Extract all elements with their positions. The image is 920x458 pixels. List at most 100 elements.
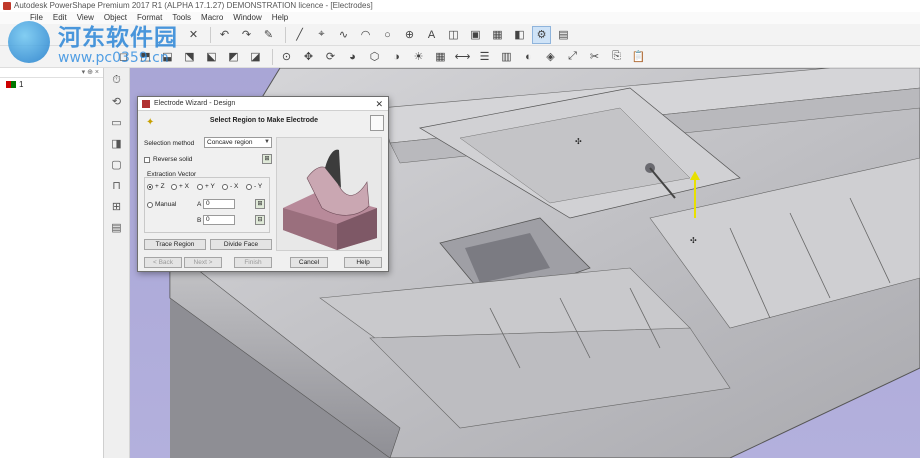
- svg-text:✣: ✣: [575, 137, 582, 146]
- grid-icon[interactable]: ▦: [431, 48, 450, 66]
- blank-icon[interactable]: ▢: [108, 156, 126, 173]
- wireframe-icon[interactable]: ⬡: [365, 48, 384, 66]
- mesh-icon[interactable]: ▦: [488, 26, 507, 44]
- select-icon[interactable]: ⌖: [312, 26, 331, 44]
- vector-plus-y-radio[interactable]: [197, 184, 203, 190]
- toolbar-separator: [285, 26, 286, 43]
- electrode-wizard-icon[interactable]: ⚙: [532, 25, 551, 44]
- circle-icon[interactable]: ○: [378, 26, 397, 44]
- next-button[interactable]: Next >: [184, 257, 222, 268]
- divide-face-button[interactable]: Divide Face: [210, 239, 272, 250]
- chevron-down-icon: ▼: [264, 139, 270, 145]
- vector-plus-x-radio[interactable]: [171, 184, 177, 190]
- view-iso1-icon[interactable]: ⬔: [180, 48, 199, 66]
- vector-plus-x-label: + X: [179, 183, 189, 190]
- reverse-solid-label: Reverse solid: [153, 156, 193, 163]
- surface-icon[interactable]: ◫: [444, 26, 463, 44]
- extraction-vector-group: + Z + X + Y - X - Y Manual A 0 ⊞ B 0 ⊟: [144, 177, 270, 233]
- cancel-button[interactable]: Cancel: [290, 257, 328, 268]
- colour-icon[interactable]: ◐: [519, 48, 538, 66]
- spin-icon[interactable]: ⟲: [108, 93, 126, 110]
- rect-icon[interactable]: ▭: [108, 114, 126, 131]
- vector-plus-y-label: + Y: [205, 183, 215, 190]
- toolbox-icon[interactable]: ▤: [554, 26, 573, 44]
- measure-icon[interactable]: ⟷: [453, 48, 472, 66]
- angle-a-input[interactable]: 0: [203, 199, 235, 209]
- vector-minus-y-label: - Y: [254, 183, 263, 190]
- vector-manual-label: Manual: [155, 201, 177, 208]
- page-corner-icon: [370, 115, 384, 131]
- dialog-close-button[interactable]: ✕: [375, 97, 383, 111]
- vector-pick-icon[interactable]: ⊞: [255, 199, 265, 209]
- vertical-toolbar: ⏱ ⟲ ▭ ◨ ▢ ⊓ ⊞ ▤: [104, 68, 130, 458]
- electrode-icon[interactable]: ◧: [510, 26, 529, 44]
- vector-edit-icon[interactable]: ⊟: [255, 215, 265, 225]
- undo-icon[interactable]: ↶: [215, 26, 234, 44]
- trace-region-button[interactable]: Trace Region: [144, 239, 206, 250]
- layer-icon[interactable]: ☰: [475, 48, 494, 66]
- level-icon[interactable]: ▥: [497, 48, 516, 66]
- finish-button[interactable]: Finish: [234, 257, 272, 268]
- angle-a-label: A: [197, 201, 202, 208]
- clock-icon[interactable]: ⏱: [108, 72, 126, 89]
- watermark-logo: [8, 21, 50, 63]
- drawing-icon[interactable]: ▤: [108, 219, 126, 236]
- solid-icon[interactable]: ▣: [466, 26, 485, 44]
- view-iso2-icon[interactable]: ⬕: [202, 48, 221, 66]
- material-icon[interactable]: ◈: [541, 48, 560, 66]
- point-icon[interactable]: ⊕: [400, 26, 419, 44]
- light-icon[interactable]: ☀: [409, 48, 428, 66]
- window-title: Autodesk PowerShape Premium 2017 R1 (ALP…: [14, 1, 373, 10]
- redo-icon[interactable]: ↷: [237, 26, 256, 44]
- back-button[interactable]: < Back: [144, 257, 182, 268]
- section-icon[interactable]: ◑: [387, 48, 406, 66]
- region-pick-icon[interactable]: ⊞: [262, 154, 272, 164]
- view-iso3-icon[interactable]: ◩: [224, 48, 243, 66]
- svg-text:✣: ✣: [690, 236, 697, 245]
- zoom-icon[interactable]: ⊙: [277, 48, 296, 66]
- vector-minus-y-radio[interactable]: [246, 184, 252, 190]
- region-preview: [276, 137, 382, 251]
- watermark-url: www.pc0359.cn: [58, 50, 169, 66]
- angle-b-input[interactable]: 0: [203, 215, 235, 225]
- pan-icon[interactable]: ✥: [299, 48, 318, 66]
- menu-window[interactable]: Window: [233, 12, 261, 24]
- vector-minus-x-radio[interactable]: [222, 184, 228, 190]
- curve-icon[interactable]: ∿: [334, 26, 353, 44]
- angle-b-label: B: [197, 217, 202, 224]
- tree-item-label: 1: [19, 80, 24, 89]
- paste-icon[interactable]: 📋: [629, 48, 648, 66]
- selection-method-select[interactable]: Concave region ▼: [204, 137, 272, 148]
- pen-icon[interactable]: ✎: [259, 26, 278, 44]
- fit-icon[interactable]: ⤢: [563, 48, 582, 66]
- line-icon[interactable]: ╱: [290, 26, 309, 44]
- dialog-title: Electrode Wizard - Design: [154, 100, 236, 107]
- menu-help[interactable]: Help: [272, 12, 288, 24]
- title-bar: Autodesk PowerShape Premium 2017 R1 (ALP…: [0, 0, 920, 12]
- cut-icon[interactable]: ✂: [585, 48, 604, 66]
- reverse-solid-checkbox[interactable]: [144, 157, 150, 163]
- close-doc-icon[interactable]: ✕: [184, 26, 203, 44]
- dialog-title-bar[interactable]: Electrode Wizard - Design ✕: [138, 97, 388, 111]
- electrode-solid-icon[interactable]: ◨: [108, 135, 126, 152]
- copy-icon[interactable]: ⎘: [607, 48, 626, 66]
- toolbar-separator: [272, 48, 273, 65]
- menu-macro[interactable]: Macro: [201, 12, 223, 24]
- tree-item[interactable]: 1: [0, 80, 103, 89]
- tree-header[interactable]: ▾ ⊕ ×: [0, 68, 103, 78]
- view-iso4-icon[interactable]: ◪: [246, 48, 265, 66]
- shade-icon[interactable]: ◕: [343, 48, 362, 66]
- vector-plus-z-radio[interactable]: [147, 184, 153, 190]
- toolbar-separator: [210, 26, 211, 43]
- holder-icon[interactable]: ⊓: [108, 177, 126, 194]
- rotate-icon[interactable]: ⟳: [321, 48, 340, 66]
- vector-minus-x-label: - X: [230, 183, 239, 190]
- selection-method-label: Selection method: [144, 140, 195, 147]
- extend-icon[interactable]: ⊞: [108, 198, 126, 215]
- vector-manual-radio[interactable]: [147, 202, 153, 208]
- model-tree-panel: ▾ ⊕ × 1: [0, 68, 104, 458]
- vector-plus-z-label: + Z: [155, 183, 165, 190]
- help-button[interactable]: Help: [344, 257, 382, 268]
- text-icon[interactable]: A: [422, 26, 441, 44]
- arc-icon[interactable]: ◠: [356, 26, 375, 44]
